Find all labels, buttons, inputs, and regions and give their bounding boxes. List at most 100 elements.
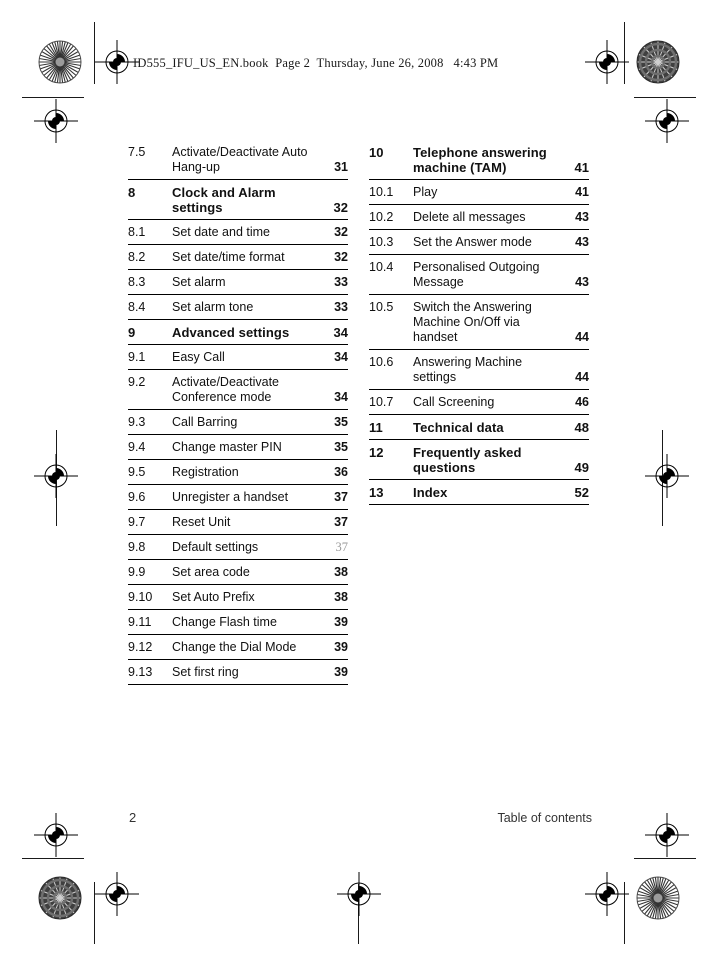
- toc-entry-page-number[interactable]: 48: [563, 415, 589, 440]
- toc-entry[interactable]: 10.3 Set the Answer mode 43: [369, 230, 589, 255]
- toc-entry-page-number[interactable]: 44: [563, 350, 589, 390]
- toc-entry-page-number[interactable]: 41: [563, 140, 589, 180]
- toc-entry[interactable]: 10.6 Answering Machine settings 44: [369, 350, 589, 390]
- toc-entry[interactable]: 10.5 Switch the Answering Machine On/Off …: [369, 295, 589, 350]
- toc-entry[interactable]: 8.3 Set alarm 33: [128, 270, 348, 295]
- toc-entry[interactable]: 8 Clock and Alarm settings 32: [128, 180, 348, 220]
- toc-entry-page-number[interactable]: 52: [563, 480, 589, 505]
- toc-entry-title[interactable]: Change Flash time: [172, 610, 322, 635]
- toc-entry-title[interactable]: Set Auto Prefix: [172, 585, 322, 610]
- toc-entry-title[interactable]: Set area code: [172, 560, 322, 585]
- toc-entry[interactable]: 10 Telephone answering machine (TAM) 41: [369, 140, 589, 180]
- toc-entry[interactable]: 11 Technical data 48: [369, 415, 589, 440]
- toc-entry-title[interactable]: Registration: [172, 460, 322, 485]
- toc-entry-title[interactable]: Set the Answer mode: [413, 230, 563, 255]
- toc-entry-page-number[interactable]: 36: [322, 460, 348, 485]
- toc-entry-page-number[interactable]: 39: [322, 660, 348, 685]
- toc-entry-title[interactable]: Switch the Answering Machine On/Off via …: [413, 295, 563, 350]
- toc-entry[interactable]: 8.4 Set alarm tone 33: [128, 295, 348, 320]
- toc-entry[interactable]: 13 Index 52: [369, 480, 589, 505]
- toc-entry-title[interactable]: Change master PIN: [172, 435, 322, 460]
- toc-entry[interactable]: 9.12 Change the Dial Mode 39: [128, 635, 348, 660]
- toc-entry-title[interactable]: Clock and Alarm settings: [172, 180, 322, 220]
- toc-entry-title[interactable]: Default settings: [172, 535, 322, 560]
- toc-entry[interactable]: 10.7 Call Screening 46: [369, 390, 589, 415]
- toc-entry-page-number[interactable]: 34: [322, 370, 348, 410]
- toc-entry-title[interactable]: Advanced settings: [172, 320, 322, 345]
- toc-entry-page-number[interactable]: 32: [322, 220, 348, 245]
- toc-entry-title[interactable]: Frequently asked questions: [413, 440, 563, 480]
- toc-entry[interactable]: 12 Frequently asked questions 49: [369, 440, 589, 480]
- toc-entry[interactable]: 9.4 Change master PIN 35: [128, 435, 348, 460]
- toc-entry-page-number[interactable]: 35: [322, 435, 348, 460]
- toc-entry-page-number[interactable]: 46: [563, 390, 589, 415]
- document-page: ID555_IFU_US_EN.book Page 2 Thursday, Ju…: [0, 0, 719, 956]
- toc-entry-page-number[interactable]: 49: [563, 440, 589, 480]
- toc-entry-page-number[interactable]: 35: [322, 410, 348, 435]
- toc-entry-title[interactable]: Set alarm: [172, 270, 322, 295]
- toc-entry[interactable]: 9.6 Unregister a handset 37: [128, 485, 348, 510]
- toc-entry-number: 10: [369, 145, 384, 160]
- toc-entry-page-number[interactable]: 32: [322, 180, 348, 220]
- toc-entry-page-number[interactable]: 43: [563, 230, 589, 255]
- toc-entry-title[interactable]: Answering Machine settings: [413, 350, 563, 390]
- toc-entry-page-number[interactable]: 43: [563, 255, 589, 295]
- toc-entry[interactable]: 9.11 Change Flash time 39: [128, 610, 348, 635]
- toc-entry[interactable]: 8.2 Set date/time format 32: [128, 245, 348, 270]
- toc-entry-title[interactable]: Set alarm tone: [172, 295, 322, 320]
- toc-entry-title[interactable]: Reset Unit: [172, 510, 322, 535]
- toc-entry-title[interactable]: Personalised Outgoing Message: [413, 255, 563, 295]
- toc-entry-title[interactable]: Activate/Deactivate Conference mode: [172, 370, 322, 410]
- toc-entry[interactable]: 9.8 Default settings 37: [128, 535, 348, 560]
- toc-entry[interactable]: 8.1 Set date and time 32: [128, 220, 348, 245]
- toc-entry[interactable]: 9.1 Easy Call 34: [128, 345, 348, 370]
- toc-entry-page-number[interactable]: 34: [322, 320, 348, 345]
- toc-entry-title[interactable]: Telephone answering machine (TAM): [413, 140, 563, 180]
- toc-entry-number: 10.5: [369, 300, 394, 314]
- toc-entry[interactable]: 9.9 Set area code 38: [128, 560, 348, 585]
- toc-entry[interactable]: 9 Advanced settings 34: [128, 320, 348, 345]
- toc-entry-page-number[interactable]: 37: [322, 535, 349, 560]
- toc-entry[interactable]: 9.10 Set Auto Prefix 38: [128, 585, 348, 610]
- toc-entry-title[interactable]: Easy Call: [172, 345, 322, 370]
- toc-entry-number: 10.3: [369, 235, 394, 249]
- toc-entry-page-number[interactable]: 32: [322, 245, 348, 270]
- toc-entry-page-number[interactable]: 38: [322, 585, 348, 610]
- toc-entry-page-number[interactable]: 33: [322, 295, 348, 320]
- toc-entry-title[interactable]: Set date and time: [172, 220, 322, 245]
- toc-entry-page-number[interactable]: 39: [322, 610, 348, 635]
- toc-entry-title[interactable]: Set date/time format: [172, 245, 322, 270]
- toc-entry[interactable]: 10.1 Play 41: [369, 180, 589, 205]
- toc-entry-title[interactable]: Delete all messages: [413, 205, 563, 230]
- toc-entry[interactable]: 9.3 Call Barring 35: [128, 410, 348, 435]
- toc-entry-page-number[interactable]: 31: [322, 140, 348, 180]
- toc-entry-page-number[interactable]: 44: [563, 295, 589, 350]
- toc-entry-page-number[interactable]: 38: [322, 560, 348, 585]
- toc-entry[interactable]: 7.5 Activate/Deactivate Auto Hang-up 31: [128, 140, 348, 180]
- toc-entry-title[interactable]: Play: [413, 180, 563, 205]
- toc-entry-number: 7.5: [128, 145, 146, 159]
- toc-entry-page-number[interactable]: 37: [322, 510, 348, 535]
- toc-entry[interactable]: 9.5 Registration 36: [128, 460, 348, 485]
- toc-entry-title[interactable]: Change the Dial Mode: [172, 635, 322, 660]
- toc-entry[interactable]: 10.2 Delete all messages 43: [369, 205, 589, 230]
- toc-entry-page-number[interactable]: 41: [563, 180, 589, 205]
- toc-entry[interactable]: 10.4 Personalised Outgoing Message 43: [369, 255, 589, 295]
- toc-entry-title[interactable]: Activate/Deactivate Auto Hang-up: [172, 140, 322, 180]
- toc-entry[interactable]: 9.13 Set first ring 39: [128, 660, 348, 685]
- toc-entry-page-number[interactable]: 33: [322, 270, 348, 295]
- toc-entry-title[interactable]: Index: [413, 480, 563, 505]
- toc-entry-page-number[interactable]: 43: [563, 205, 589, 230]
- toc-entry-page-number[interactable]: 37: [322, 485, 348, 510]
- toc-entry-page-number[interactable]: 39: [322, 635, 348, 660]
- toc-entry-title[interactable]: Call Barring: [172, 410, 322, 435]
- toc-entry-title[interactable]: Call Screening: [413, 390, 563, 415]
- footer-section-label: Table of contents: [497, 811, 592, 825]
- toc-entry-title[interactable]: Set first ring: [172, 660, 322, 685]
- toc-entry[interactable]: 9.2 Activate/Deactivate Conference mode 34: [128, 370, 348, 410]
- toc-entry-page-number[interactable]: 34: [322, 345, 348, 370]
- toc-entry-title[interactable]: Technical data: [413, 415, 563, 440]
- toc-entry-title[interactable]: Unregister a handset: [172, 485, 322, 510]
- footer-page-number: 2: [129, 810, 137, 825]
- toc-entry[interactable]: 9.7 Reset Unit 37: [128, 510, 348, 535]
